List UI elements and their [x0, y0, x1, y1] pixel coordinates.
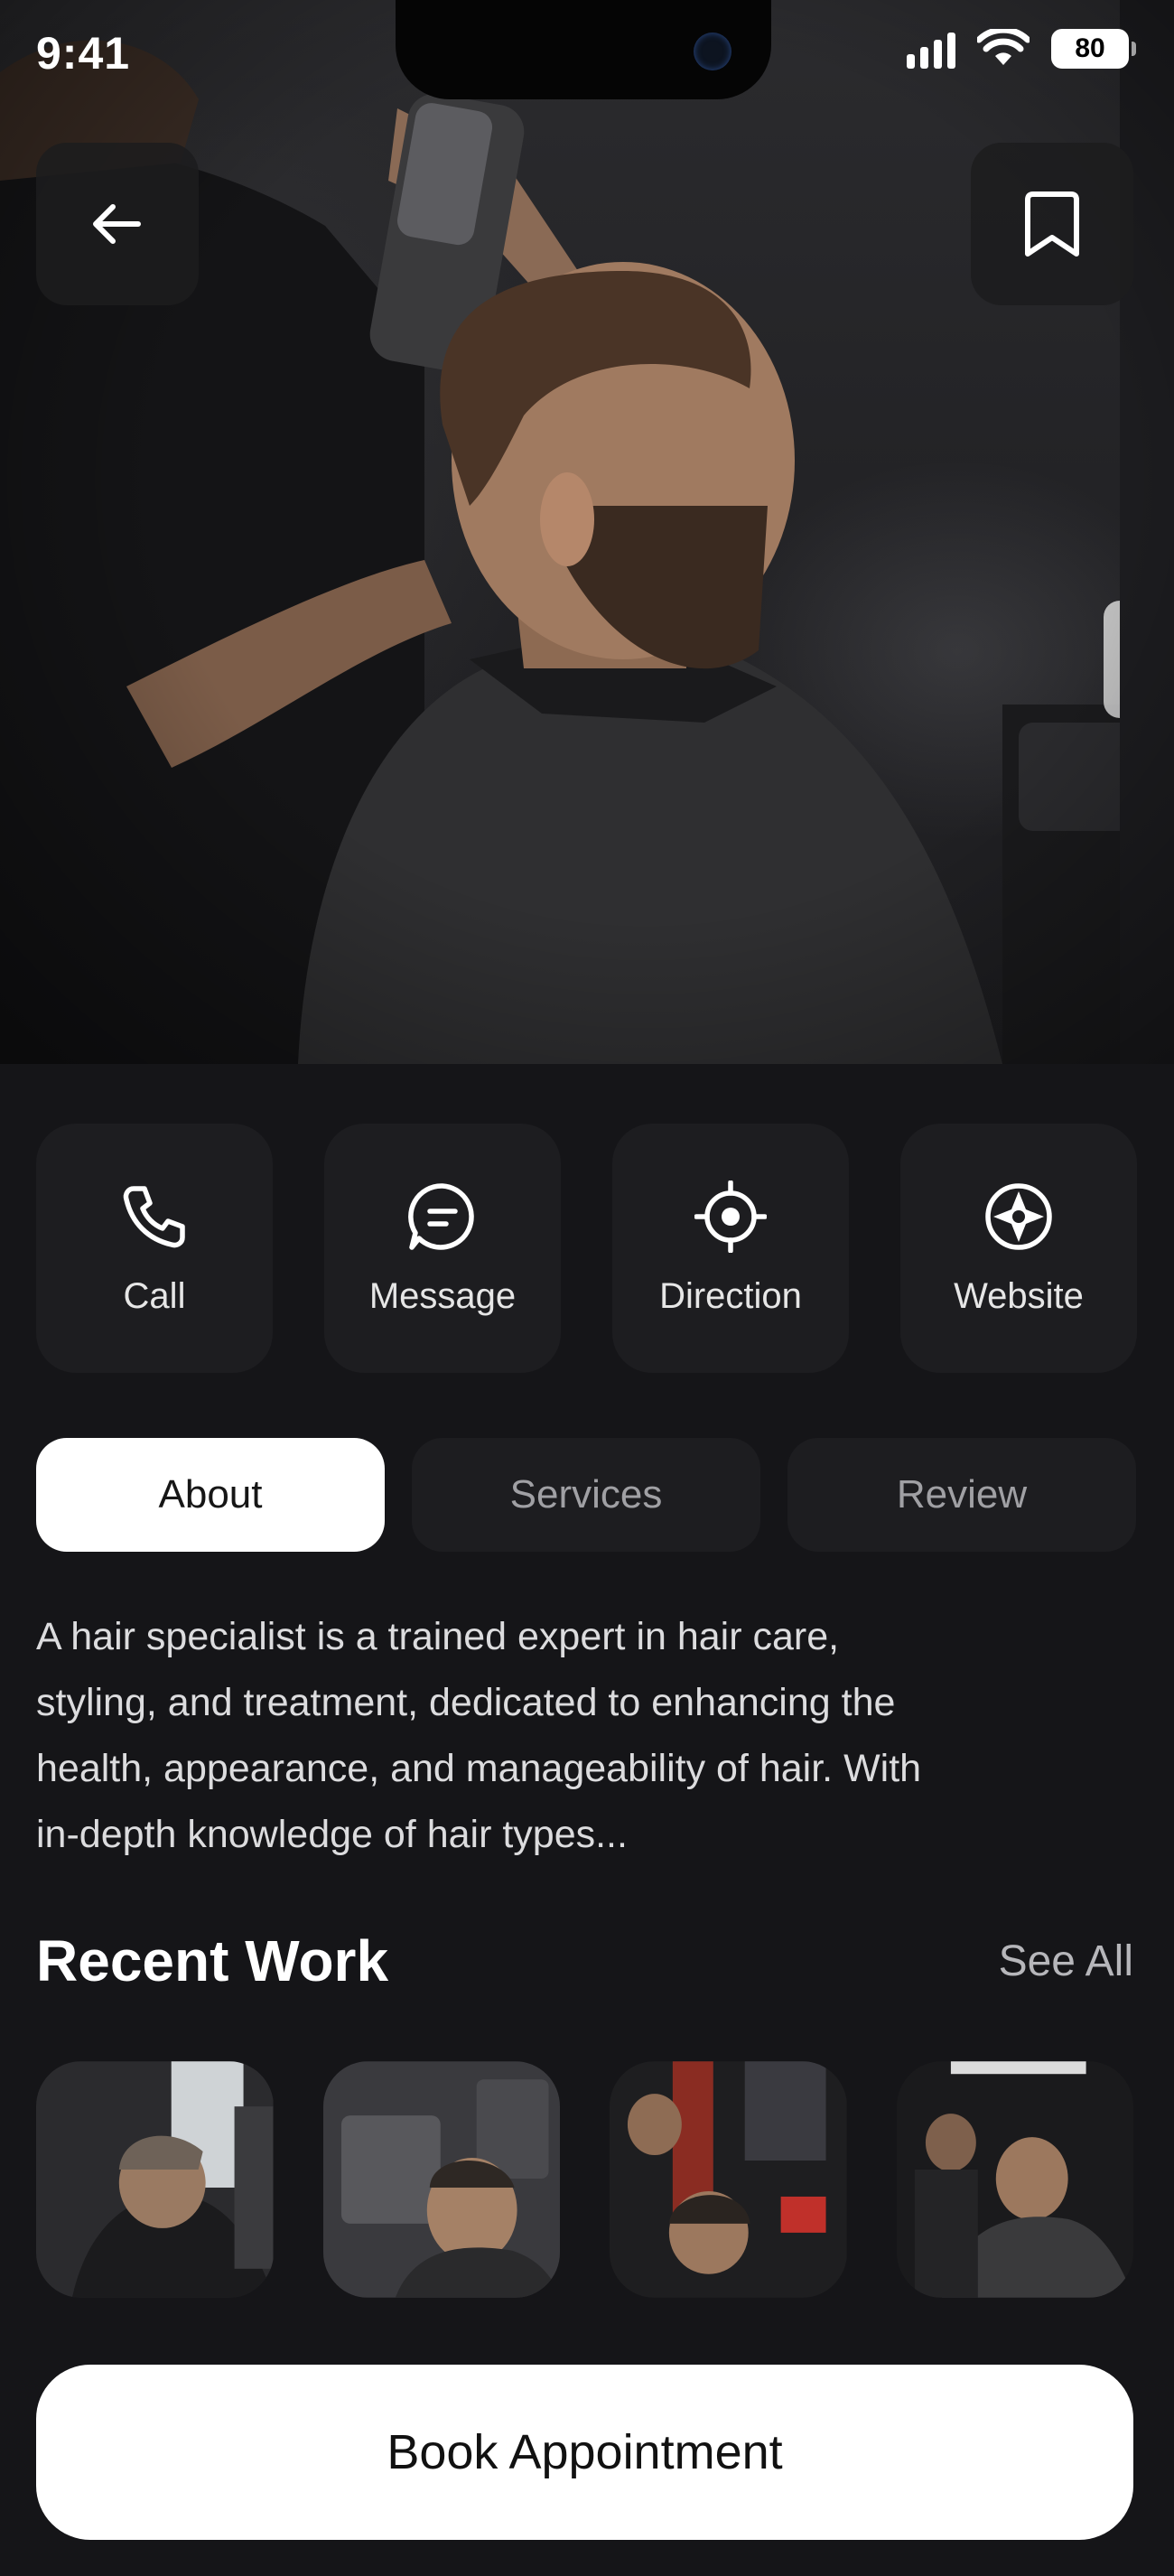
tab-about[interactable]: About [36, 1438, 385, 1552]
camera-icon [694, 33, 731, 70]
recent-work-thumbnail[interactable] [896, 2061, 1133, 2298]
compass-icon [983, 1181, 1055, 1253]
status-icons: 80 [907, 29, 1136, 69]
barber-profile-screen: 9:41 80 Call Message Direction Website A… [0, 0, 1174, 2576]
tab-services[interactable]: Services [412, 1438, 760, 1552]
about-line: health, appearance, and manageability of… [36, 1747, 922, 1790]
status-time: 9:41 [36, 28, 131, 79]
see-all-link[interactable]: See All [999, 1937, 1133, 1986]
message-label: Message [368, 1275, 517, 1316]
message-icon [406, 1181, 479, 1253]
tab-review[interactable]: Review [787, 1438, 1136, 1552]
book-appointment-button[interactable]: Book Appointment [36, 2365, 1133, 2540]
website-label: Website [954, 1275, 1084, 1316]
website-button[interactable]: Website [900, 1124, 1137, 1373]
direction-label: Direction [659, 1275, 802, 1316]
recent-work-title: Recent Work [36, 1928, 389, 1993]
signal-icon [907, 29, 955, 69]
recent-work-thumbnail[interactable] [610, 2061, 847, 2298]
recent-work-header: Recent Work See All [36, 1927, 1133, 1994]
target-icon [694, 1180, 767, 1253]
call-label: Call [123, 1275, 186, 1316]
bookmark-icon [1025, 191, 1079, 257]
bookmark-button[interactable] [971, 143, 1133, 305]
status-bar: 9:41 80 [0, 0, 1174, 108]
profile-tabs: About Services Review [36, 1438, 1138, 1552]
phone-icon [118, 1181, 191, 1253]
message-button[interactable]: Message [324, 1124, 561, 1373]
direction-button[interactable]: Direction [612, 1124, 849, 1373]
about-description: A hair specialist is a trained expert in… [36, 1604, 1138, 1868]
arrow-left-icon [93, 204, 141, 244]
recent-work-thumbnail[interactable] [322, 2061, 560, 2298]
quick-actions: Call Message Direction Website [36, 1124, 1138, 1373]
back-button[interactable] [36, 143, 199, 305]
battery-icon: 80 [1051, 29, 1136, 69]
wifi-icon [977, 29, 1030, 65]
call-button[interactable]: Call [36, 1124, 273, 1373]
recent-work-thumbnail[interactable] [36, 2061, 274, 2298]
about-line: in-depth knowledge of hair types... [36, 1813, 628, 1856]
recent-work-gallery [36, 2061, 1133, 2298]
hero-image: 9:41 80 [0, 0, 1174, 1064]
about-line: A hair specialist is a trained expert in… [36, 1615, 840, 1658]
about-line: styling, and treatment, dedicated to enh… [36, 1681, 896, 1724]
